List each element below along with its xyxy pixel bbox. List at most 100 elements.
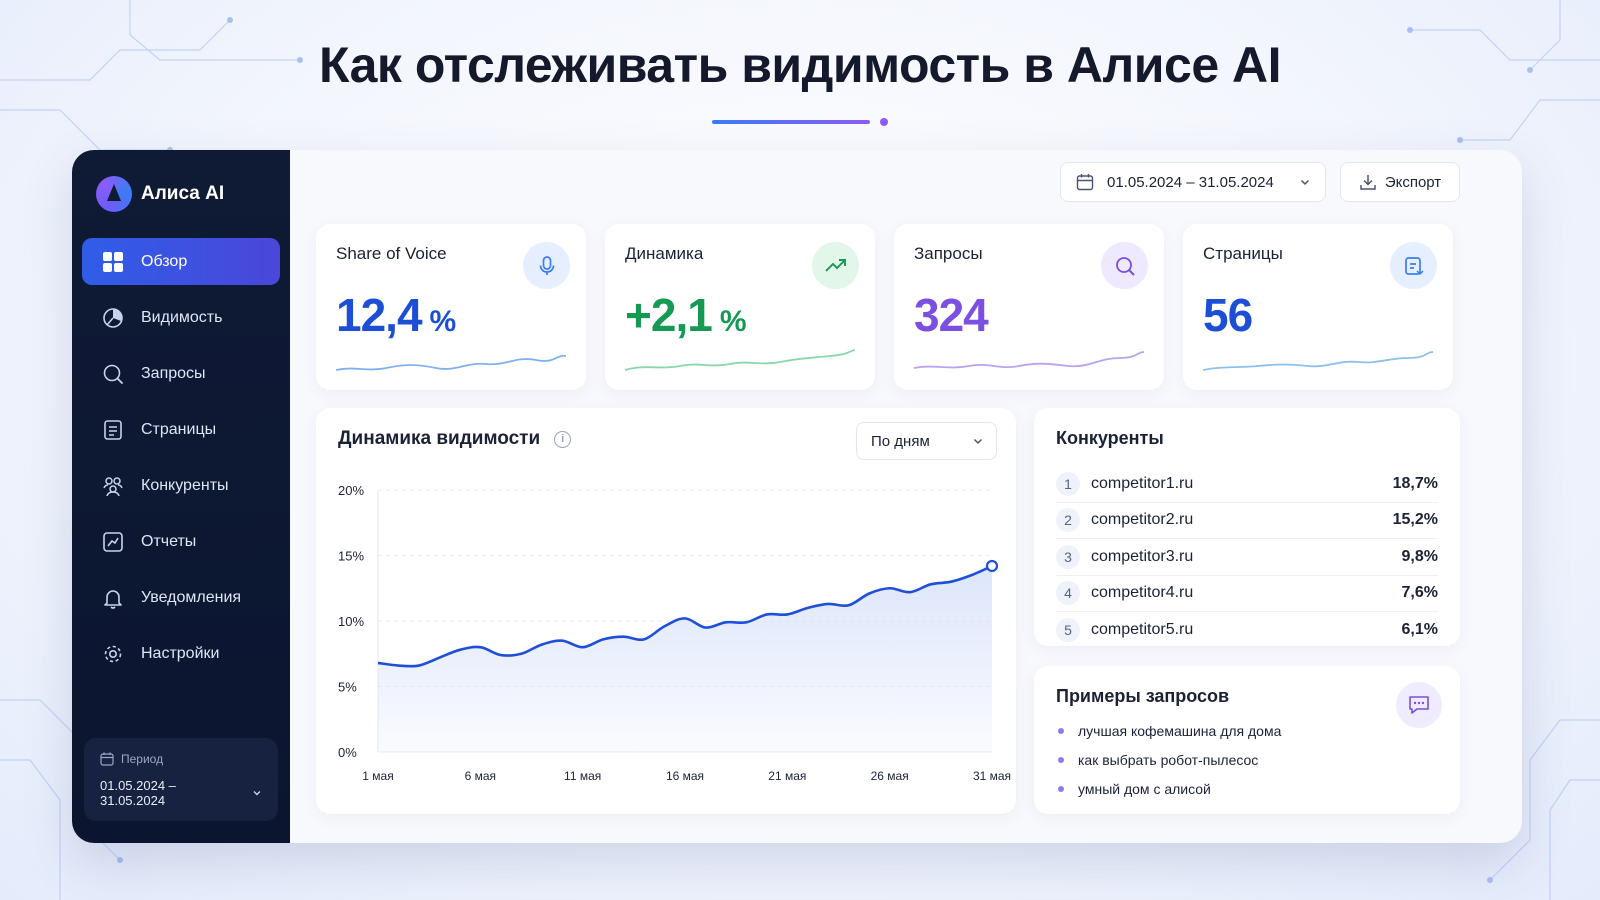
- sidebar-item-reports[interactable]: Отчеты: [82, 518, 280, 565]
- title-underline-dot: [880, 118, 888, 126]
- x-tick-label: 11 мая: [564, 769, 601, 783]
- download-icon: [1360, 175, 1376, 190]
- period-value-row: 01.05.2024 – 31.05.2024: [100, 778, 262, 808]
- sidebar-item-label: Страницы: [141, 420, 217, 438]
- calendar-icon: [1076, 174, 1094, 191]
- search-icon: [1115, 256, 1134, 275]
- sidebar-item-label: Настройки: [141, 644, 220, 662]
- trend-up-icon: [824, 258, 846, 272]
- competitor-domain: competitor1.ru: [1091, 474, 1194, 492]
- sidebar-item-queries[interactable]: Запросы: [82, 350, 280, 397]
- sidebar-item-label: Запросы: [141, 364, 206, 382]
- kpi-sparkline: [914, 351, 1144, 369]
- query-example-item[interactable]: умный дом с алисой: [1058, 774, 1281, 803]
- period-selector[interactable]: Период 01.05.2024 – 31.05.2024: [84, 738, 278, 821]
- competitor-rank: 5: [1056, 618, 1080, 643]
- competitor-domain: competitor4.ru: [1091, 584, 1194, 602]
- kpi-unit: %: [719, 305, 747, 338]
- chart-title-row: Динамика видимости i: [338, 428, 572, 450]
- sidebar-item-overview[interactable]: Обзор: [82, 238, 280, 285]
- query-example-item[interactable]: как выбрать робот-пылесос: [1058, 745, 1281, 774]
- competitor-row[interactable]: 3 competitor3.ru 9,8%: [1056, 539, 1438, 576]
- date-range-picker[interactable]: 01.05.2024 – 31.05.2024: [1060, 162, 1326, 202]
- y-tick-label: 5%: [338, 680, 357, 695]
- kpi-icon-wrap: [523, 242, 570, 289]
- kpi-card-dynamics[interactable]: Динамика +2,1%: [605, 224, 875, 390]
- kpi-icon-wrap: [1101, 242, 1148, 289]
- kpi-card-queries[interactable]: Запросы 324: [894, 224, 1164, 390]
- info-icon[interactable]: i: [554, 430, 572, 448]
- kpi-card-pages[interactable]: Страницы 56: [1183, 224, 1453, 390]
- sidebar-item-visibility[interactable]: Видимость: [82, 294, 280, 341]
- x-tick-label: 26 мая: [871, 769, 909, 783]
- pie-chart-icon: [103, 307, 123, 328]
- sidebar-item-competitors[interactable]: Конкуренты: [82, 462, 280, 509]
- sidebar-item-notifications[interactable]: Уведомления: [82, 574, 280, 621]
- competitor-row[interactable]: 5 competitor5.ru 6,1%: [1056, 612, 1438, 649]
- competitor-rank: 2: [1056, 508, 1080, 533]
- gear-icon: [104, 645, 122, 662]
- users-icon: [103, 476, 123, 496]
- competitor-rank: 4: [1056, 581, 1080, 606]
- competitor-domain: competitor2.ru: [1091, 511, 1194, 529]
- export-label: Экспорт: [1384, 173, 1442, 191]
- sidebar-item-label: Отчеты: [141, 532, 197, 550]
- chart-title: Динамика видимости: [338, 428, 541, 449]
- x-tick-label: 21 мая: [768, 769, 806, 783]
- query-example-item[interactable]: лучшая кофемашина для дома: [1058, 716, 1281, 745]
- kpi-card-share-of-voice[interactable]: Share of Voice 12,4%: [316, 224, 586, 390]
- kpi-value: 56: [1203, 289, 1253, 341]
- competitors-list: 1 competitor1.ru 18,7% 2 competitor2.ru …: [1056, 466, 1438, 649]
- kpi-value-row: 56: [1203, 288, 1260, 342]
- kpi-unit: %: [429, 305, 457, 338]
- chevron-down-icon: [973, 438, 983, 445]
- export-button[interactable]: Экспорт: [1340, 162, 1460, 202]
- query-example-text: лучшая кофемашина для дома: [1078, 722, 1282, 739]
- x-tick-label: 16 мая: [666, 769, 704, 783]
- chevron-down-icon: [1300, 179, 1310, 186]
- query-example-text: умный дом с алисой: [1078, 780, 1211, 797]
- sidebar-item-label: Обзор: [141, 252, 188, 270]
- competitor-share: 6,1%: [1401, 621, 1438, 639]
- competitor-row[interactable]: 1 competitor1.ru 18,7%: [1056, 466, 1438, 503]
- kpi-value: 12,4: [336, 289, 423, 341]
- x-tick-label: 6 мая: [465, 769, 496, 783]
- sidebar-item-settings[interactable]: Настройки: [82, 630, 280, 677]
- visibility-chart: 0% 5% 10% 15% 20% 1 мая 6 мая 11 мая 16 мая 21 ма…: [338, 483, 1011, 783]
- page-title: Как отслеживать видимость в Алисе AI: [318, 37, 1282, 93]
- y-tick-label: 20%: [338, 483, 364, 498]
- competitor-domain: competitor5.ru: [1091, 621, 1194, 639]
- title-underline-bar: [712, 120, 870, 124]
- alice-logo-icon: [96, 176, 132, 212]
- sidebar: Алиса AI Обзор Видимость Запросы Страниц…: [72, 150, 290, 843]
- kpi-value: 324: [914, 289, 989, 341]
- bullet-dot: [1058, 785, 1064, 792]
- competitor-rank: 1: [1056, 471, 1080, 496]
- chevron-down-icon: [253, 791, 261, 796]
- sidebar-nav: Обзор Видимость Запросы Страницы Конкуре…: [82, 238, 280, 686]
- bullet-dot: [1058, 727, 1064, 734]
- kpi-value: +2,1: [625, 289, 713, 341]
- granularity-select[interactable]: По дням: [856, 422, 997, 460]
- query-examples-title: Примеры запросов: [1056, 686, 1230, 706]
- query-examples-list: лучшая кофемашина для дома как выбрать р…: [1058, 716, 1281, 803]
- bell-icon: [104, 589, 122, 609]
- sidebar-item-pages[interactable]: Страницы: [82, 406, 280, 453]
- report-icon: [103, 531, 123, 552]
- competitors-title: Конкуренты: [1056, 428, 1164, 448]
- brand[interactable]: Алиса AI: [96, 176, 224, 212]
- document-icon: [1404, 256, 1424, 275]
- x-tick-label: 1 мая: [362, 769, 393, 783]
- title-underline: [712, 118, 888, 128]
- competitor-share: 9,8%: [1401, 547, 1438, 565]
- calendar-icon: [100, 752, 114, 766]
- competitor-row[interactable]: 2 competitor2.ru 15,2%: [1056, 503, 1438, 539]
- kpi-icon-wrap: [1390, 242, 1437, 289]
- competitor-row[interactable]: 4 competitor4.ru 7,6%: [1056, 576, 1438, 612]
- document-icon: [104, 419, 122, 440]
- date-range-value: 01.05.2024 – 31.05.2024: [1107, 173, 1274, 191]
- main-content: 01.05.2024 – 31.05.2024 Экспорт Share of…: [290, 150, 1522, 843]
- brand-name: Алиса AI: [141, 183, 225, 204]
- bullet-dot: [1058, 756, 1064, 763]
- period-value: 01.05.2024 – 31.05.2024: [100, 778, 176, 808]
